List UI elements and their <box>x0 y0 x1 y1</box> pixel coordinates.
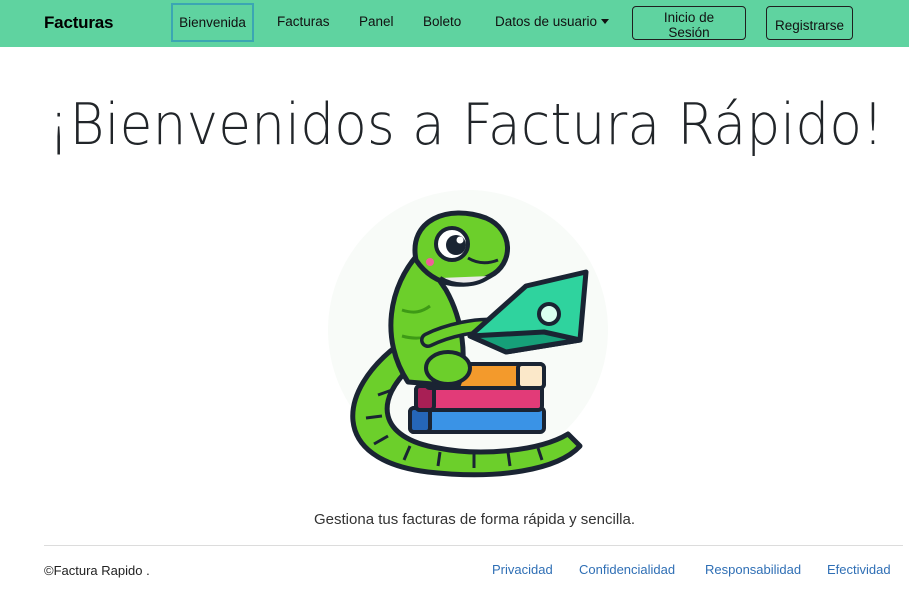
nav-link-panel[interactable]: Panel <box>359 14 394 29</box>
caret-down-icon <box>601 19 610 24</box>
brand-link[interactable]: Facturas <box>44 13 113 33</box>
footer-divider <box>44 545 903 546</box>
footer-link-efectividad[interactable]: Efectividad <box>827 562 891 577</box>
copyright-text: ©Factura Rapido . <box>44 563 150 578</box>
nav-dropdown-label: Datos de usuario <box>495 14 598 29</box>
nav-dropdown-datos-usuario[interactable]: Datos de usuario <box>495 14 610 29</box>
nav-link-facturas[interactable]: Facturas <box>277 14 330 29</box>
login-button[interactable]: Inicio de Sesión <box>632 6 746 40</box>
register-button[interactable]: Registrarse <box>766 6 853 40</box>
tagline: Gestiona tus facturas de forma rápida y … <box>314 511 635 528</box>
nav-link-bienvenida[interactable]: Bienvenida <box>171 3 254 42</box>
lizard-laptop-illustration <box>328 190 608 478</box>
footer-link-responsabilidad[interactable]: Responsabilidad <box>705 562 801 577</box>
footer-link-privacidad[interactable]: Privacidad <box>492 562 553 577</box>
footer-link-confidencialidad[interactable]: Confidencialidad <box>579 562 675 577</box>
page-title: ¡Bienvenidos a Factura Rápido! <box>48 92 884 158</box>
nav-link-boleto[interactable]: Boleto <box>423 14 461 29</box>
top-navbar: Facturas Bienvenida Facturas Panel Bolet… <box>0 0 909 47</box>
